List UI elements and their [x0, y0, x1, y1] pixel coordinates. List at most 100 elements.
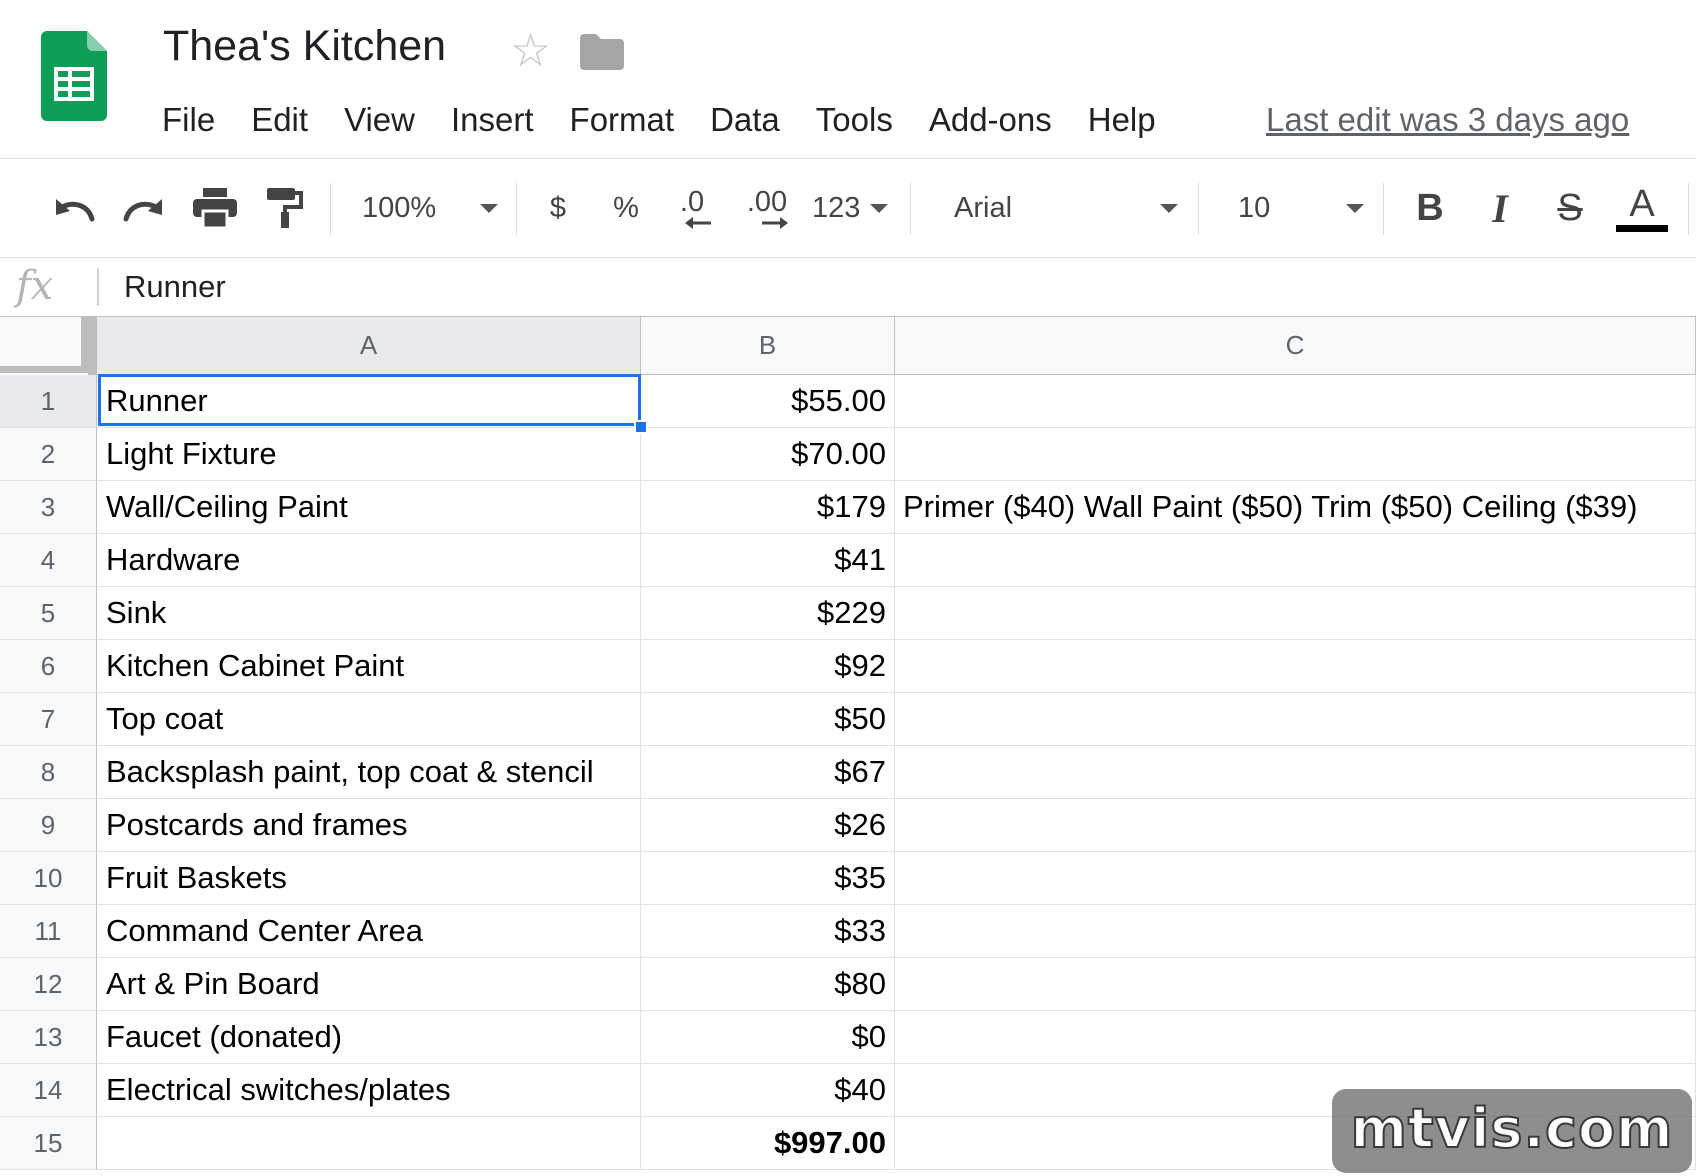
- font-size-select[interactable]: 10: [1238, 159, 1364, 257]
- menu-edit[interactable]: Edit: [251, 98, 308, 142]
- paint-format-button[interactable]: [262, 159, 308, 257]
- row-header[interactable]: 15: [0, 1117, 97, 1170]
- cell-c6[interactable]: [895, 640, 1696, 693]
- cell-b8[interactable]: $67: [641, 746, 895, 799]
- cell-c10[interactable]: [895, 852, 1696, 905]
- row-header[interactable]: 6: [0, 640, 97, 693]
- more-formats-select[interactable]: 123: [812, 159, 888, 257]
- menu-file[interactable]: File: [162, 98, 215, 142]
- cell-b11[interactable]: $33: [641, 905, 895, 958]
- menu-format[interactable]: Format: [570, 98, 675, 142]
- row-header[interactable]: 10: [0, 852, 97, 905]
- percent-format-button[interactable]: %: [605, 159, 647, 257]
- cell-b2[interactable]: $70.00: [641, 428, 895, 481]
- cell-c13[interactable]: [895, 1011, 1696, 1064]
- decrease-decimal-icon: .0: [679, 186, 705, 218]
- cell-b12[interactable]: $80: [641, 958, 895, 1011]
- select-all-corner[interactable]: [0, 317, 88, 373]
- font-size-value: 10: [1238, 191, 1271, 224]
- cell-b15[interactable]: $997.00: [641, 1117, 895, 1170]
- cell-a14[interactable]: Electrical switches/plates: [97, 1064, 641, 1117]
- redo-button[interactable]: [118, 159, 170, 257]
- folder-icon[interactable]: [580, 34, 624, 70]
- cell-c3[interactable]: Primer ($40) Wall Paint ($50) Trim ($50)…: [895, 481, 1696, 534]
- cell-b1[interactable]: $55.00: [641, 375, 895, 428]
- toolbar-separator: [516, 183, 517, 235]
- cell-a12[interactable]: Art & Pin Board: [97, 958, 641, 1011]
- cell-b7[interactable]: $50: [641, 693, 895, 746]
- row-header[interactable]: 8: [0, 746, 97, 799]
- cell-b14[interactable]: $40: [641, 1064, 895, 1117]
- cell-a10[interactable]: Fruit Baskets: [97, 852, 641, 905]
- cell-a7[interactable]: Top coat: [97, 693, 641, 746]
- cell-a15[interactable]: [97, 1117, 641, 1170]
- row-header[interactable]: 2: [0, 428, 97, 481]
- cell-b5[interactable]: $229: [641, 587, 895, 640]
- cell-c9[interactable]: [895, 799, 1696, 852]
- row-header[interactable]: 12: [0, 958, 97, 1011]
- cell-c4[interactable]: [895, 534, 1696, 587]
- cell-c11[interactable]: [895, 905, 1696, 958]
- menu-insert[interactable]: Insert: [451, 98, 534, 142]
- font-select[interactable]: Arial: [954, 159, 1178, 257]
- print-button[interactable]: [190, 159, 240, 257]
- row-header[interactable]: 3: [0, 481, 97, 534]
- cell-c7[interactable]: [895, 693, 1696, 746]
- cell-a5[interactable]: Sink: [97, 587, 641, 640]
- cell-a6[interactable]: Kitchen Cabinet Paint: [97, 640, 641, 693]
- row-header[interactable]: 1: [0, 375, 97, 428]
- cell-a13[interactable]: Faucet (donated): [97, 1011, 641, 1064]
- column-header-a[interactable]: A: [88, 317, 641, 375]
- strikethrough-button[interactable]: S: [1546, 159, 1594, 257]
- bold-icon: B: [1416, 186, 1444, 229]
- cell-a9[interactable]: Postcards and frames: [97, 799, 641, 852]
- sheets-logo-icon[interactable]: [41, 31, 107, 121]
- cell-a8[interactable]: Backsplash paint, top coat & stencil: [97, 746, 641, 799]
- column-header-b[interactable]: B: [641, 317, 895, 375]
- row-header[interactable]: 4: [0, 534, 97, 587]
- row-header[interactable]: 9: [0, 799, 97, 852]
- cell-c2[interactable]: [895, 428, 1696, 481]
- cell-c8[interactable]: [895, 746, 1696, 799]
- cell-a3[interactable]: Wall/Ceiling Paint: [97, 481, 641, 534]
- last-edit-link[interactable]: Last edit was 3 days ago: [1266, 98, 1629, 142]
- fill-handle[interactable]: [634, 420, 648, 434]
- italic-button[interactable]: I: [1478, 159, 1522, 257]
- cell-b9[interactable]: $26: [641, 799, 895, 852]
- star-icon[interactable]: ☆: [510, 27, 551, 73]
- menu-view[interactable]: View: [344, 98, 415, 142]
- cell-b6[interactable]: $92: [641, 640, 895, 693]
- cell-a4[interactable]: Hardware: [97, 534, 641, 587]
- font-name: Arial: [954, 191, 1013, 224]
- row-header[interactable]: 7: [0, 693, 97, 746]
- menu-data[interactable]: Data: [710, 98, 780, 142]
- zoom-select[interactable]: 100%: [362, 159, 498, 257]
- menu-add-ons[interactable]: Add-ons: [929, 98, 1052, 142]
- cell-b4[interactable]: $41: [641, 534, 895, 587]
- menu-tools[interactable]: Tools: [816, 98, 893, 142]
- undo-button[interactable]: [48, 159, 100, 257]
- cell-c12[interactable]: [895, 958, 1696, 1011]
- cell-a1[interactable]: Runner: [97, 375, 641, 428]
- row-header[interactable]: 14: [0, 1064, 97, 1117]
- cell-c5[interactable]: [895, 587, 1696, 640]
- text-color-button[interactable]: A: [1614, 159, 1670, 257]
- cell-c1[interactable]: [895, 375, 1696, 428]
- formula-input[interactable]: Runner: [124, 266, 226, 308]
- menu-help[interactable]: Help: [1088, 98, 1156, 142]
- row-header[interactable]: 11: [0, 905, 97, 958]
- increase-decimal-button[interactable]: .00: [738, 159, 796, 257]
- cell-a2[interactable]: Light Fixture: [97, 428, 641, 481]
- spreadsheet-grid: A B C 1 Runner $55.00 2 Light Fixture $70.00 3…: [0, 317, 1696, 1176]
- cell-b13[interactable]: $0: [641, 1011, 895, 1064]
- cell-a11[interactable]: Command Center Area: [97, 905, 641, 958]
- cell-b3[interactable]: $179: [641, 481, 895, 534]
- row-header[interactable]: 13: [0, 1011, 97, 1064]
- currency-format-button[interactable]: $: [538, 159, 578, 257]
- cell-b10[interactable]: $35: [641, 852, 895, 905]
- row-header[interactable]: 5: [0, 587, 97, 640]
- document-title[interactable]: Thea's Kitchen: [163, 22, 446, 71]
- decrease-decimal-button[interactable]: .0: [668, 159, 716, 257]
- bold-button[interactable]: B: [1408, 159, 1452, 257]
- column-header-c[interactable]: C: [895, 317, 1696, 375]
